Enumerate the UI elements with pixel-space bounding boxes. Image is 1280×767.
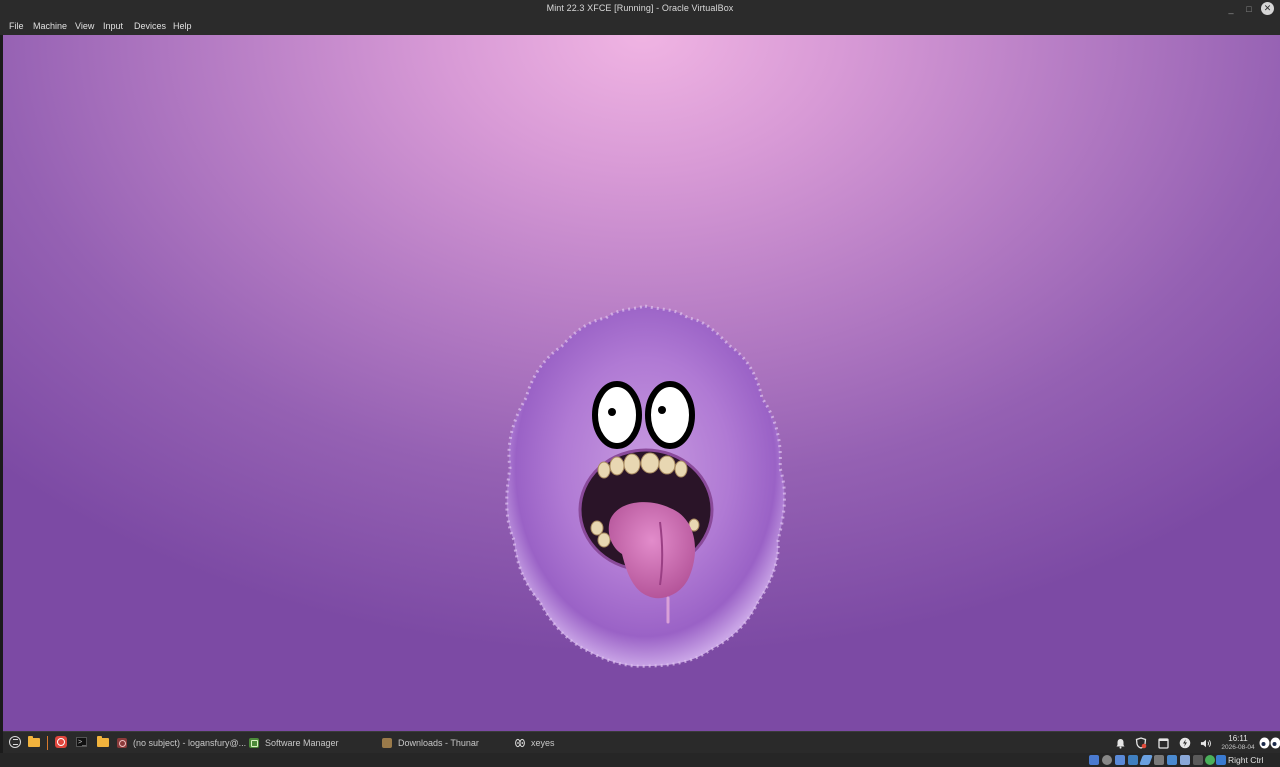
task-label: xeyes [531,738,555,748]
minimize-button[interactable]: _ [1225,3,1237,15]
thunar-icon [382,738,392,748]
display-icon[interactable] [1167,755,1177,765]
menu-view[interactable]: View [75,21,94,31]
optical-drive-icon[interactable] [1102,755,1112,765]
xeyes-icon [515,738,525,748]
vivaldi-icon[interactable] [55,736,67,748]
cpu-icon[interactable] [1193,755,1203,765]
shield-update-icon[interactable] [1135,737,1147,749]
guest-taskbar: >_ (no subject) - logansfury@... Softwar… [3,731,1280,754]
guest-additions-icon[interactable] [1205,755,1215,765]
wallpaper-monster [505,304,786,668]
xeyes-tray-icon [1259,737,1280,749]
volume-icon[interactable] [1200,737,1212,749]
clock-time: 16:11 [1228,734,1248,743]
menubar: File Machine View Input Devices Help [0,19,1280,36]
clock[interactable]: 16:11 2026-08-04 [1218,734,1258,752]
bell-icon[interactable] [1114,737,1126,749]
shared-folders-icon[interactable] [1154,755,1164,765]
menu-input[interactable]: Input [103,21,123,31]
task-label: Software Manager [265,738,339,748]
terminal-icon[interactable]: >_ [76,737,87,747]
audio-icon[interactable] [1115,755,1125,765]
launcher-separator [47,736,48,750]
power-icon[interactable] [1179,737,1191,749]
task-xeyes[interactable]: xeyes [515,732,555,754]
task-label: Downloads - Thunar [398,738,479,748]
mail-icon [117,738,127,748]
window-icon[interactable] [1157,737,1169,749]
task-thunar[interactable]: Downloads - Thunar [382,732,479,754]
task-label: (no subject) - logansfury@... [133,738,247,748]
window-titlebar: Mint 22.3 XFCE [Running] - Oracle Virtua… [0,0,1280,20]
recording-icon[interactable] [1180,755,1190,765]
window-title: Mint 22.3 XFCE [Running] - Oracle Virtua… [546,3,734,13]
menu-devices[interactable]: Devices [134,21,166,31]
software-manager-icon [249,738,259,748]
menu-file[interactable]: File [9,21,24,31]
vm-statusbar: Right Ctrl [0,753,1280,767]
clock-date: 2026-08-04 [1221,744,1255,751]
task-mail[interactable]: (no subject) - logansfury@... [117,732,246,754]
mouse-integration-icon[interactable] [1216,755,1226,765]
task-software-manager[interactable]: Software Manager [249,732,339,754]
hard-disk-icon[interactable] [1089,755,1099,765]
close-button[interactable]: ✕ [1261,2,1274,15]
whisker-menu-icon[interactable] [9,736,21,748]
files-icon[interactable] [28,736,40,747]
network-icon[interactable] [1128,755,1138,765]
usb-icon[interactable] [1139,755,1153,765]
menu-machine[interactable]: Machine [33,21,67,31]
maximize-button[interactable]: □ [1243,3,1255,15]
folder-icon[interactable] [97,736,109,747]
host-key-label: Right Ctrl [1228,755,1264,765]
menu-help[interactable]: Help [173,21,192,31]
guest-desktop[interactable] [3,35,1280,731]
